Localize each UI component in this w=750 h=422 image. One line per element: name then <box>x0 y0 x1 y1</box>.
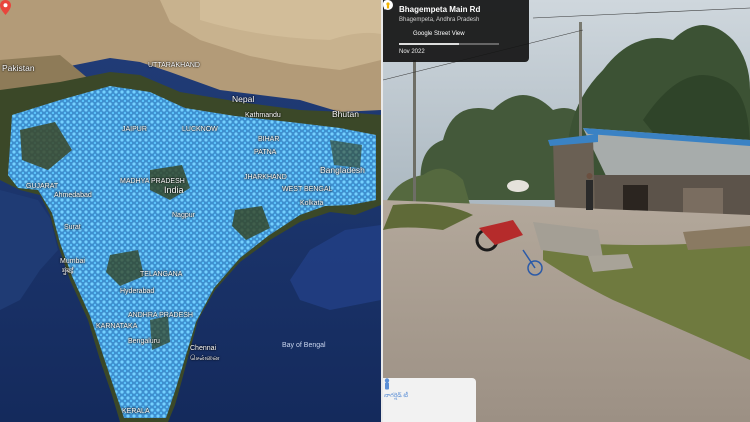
label-bhutan: Bhutan <box>332 109 359 119</box>
label-bengaluru: Bengaluru <box>128 338 160 345</box>
label-jharkhand: JHARKHAND <box>244 174 287 181</box>
road-title: Bhagempeta Main Rd <box>399 5 481 14</box>
minimap[interactable]: నాగర్షెడ్ టీ <box>383 378 476 422</box>
street-view-info-card: Bhagempeta Main Rd Bhagempeta, Andhra Pr… <box>383 0 529 62</box>
label-patna: PATNA <box>254 149 277 156</box>
street-view-logo-icon <box>383 0 393 10</box>
label-mumbai: Mumbai <box>60 258 85 265</box>
label-chennai: Chennai <box>190 345 217 352</box>
street-view-image <box>383 0 750 422</box>
label-nepal: Nepal <box>232 94 255 104</box>
label-bangladesh: Bangladesh <box>320 165 365 175</box>
minimap-label: నాగర్షెడ్ టీ <box>384 393 409 399</box>
region-label: Bhagempeta, Andhra Pradesh <box>399 17 480 23</box>
label-lucknow: LUCKNOW <box>182 126 218 133</box>
label-madhya-pradesh: MADHYA PRADESH <box>120 178 185 185</box>
label-chennai-local: சென்னை <box>190 355 220 362</box>
label-telangana: TELANGANA <box>140 271 183 278</box>
label-kolkata: Kolkata <box>300 200 324 207</box>
label-mumbai-local: मुंबई <box>62 268 74 275</box>
label-andhra-pradesh: ANDHRA PRADESH <box>128 312 193 319</box>
street-view-panel[interactable]: Bhagempeta Main Rd Bhagempeta, Andhra Pr… <box>383 0 750 422</box>
label-pakistan: Pakistan <box>2 63 35 73</box>
label-india: India <box>164 185 184 195</box>
label-bihar: BIHAR <box>258 136 280 143</box>
label-karnataka: KARNATAKA <box>96 323 138 330</box>
pegman-icon[interactable] <box>383 378 391 390</box>
label-kerala: KERALA <box>122 408 150 415</box>
location-pin-icon[interactable] <box>0 0 11 15</box>
coverage-map[interactable]: Pakistan UTTARAKHAND Nepal Kathmandu Bhu… <box>0 0 381 422</box>
capture-date: Nov 2022 <box>399 49 425 55</box>
street-view-label: Google Street View <box>413 31 465 37</box>
label-ahmedabad: Ahmedabad <box>54 192 92 199</box>
label-nagpur: Nagpur <box>172 212 195 219</box>
screen: Pakistan UTTARAKHAND Nepal Kathmandu Bhu… <box>0 0 750 422</box>
label-hyderabad: Hyderabad <box>120 288 155 295</box>
date-slider-fill <box>399 43 459 45</box>
label-west-bengal: WEST BENGAL <box>282 186 333 193</box>
label-bay-of-bengal: Bay of Bengal <box>282 342 326 349</box>
label-kathmandu: Kathmandu <box>245 112 281 119</box>
label-uttarakhand: UTTARAKHAND <box>148 62 200 69</box>
label-jaipur: JAIPUR <box>122 126 147 133</box>
label-gujarat: GUJARAT <box>26 183 59 190</box>
label-surat: Surat <box>64 224 81 231</box>
